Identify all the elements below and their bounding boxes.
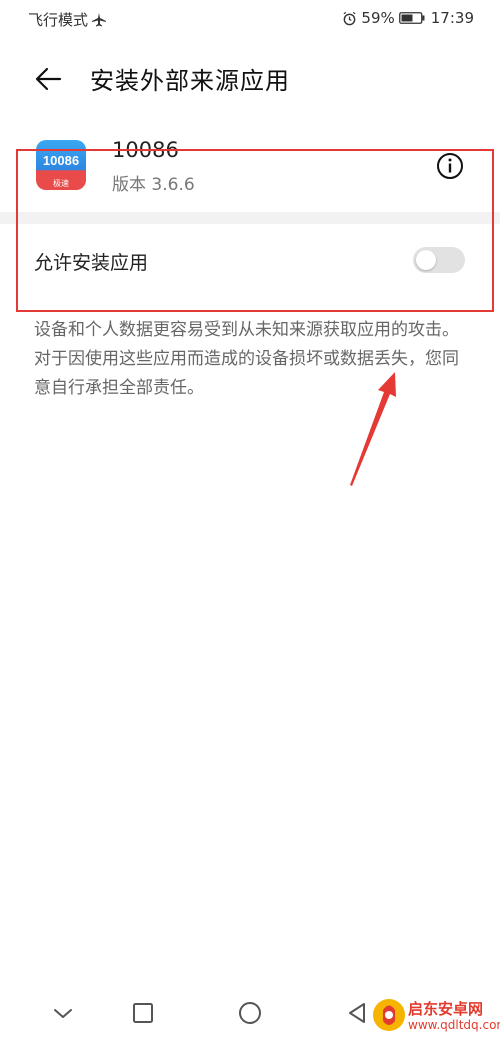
battery-icon bbox=[398, 12, 425, 24]
square-icon[interactable] bbox=[128, 998, 158, 1028]
annotation-highlight-box bbox=[16, 149, 494, 312]
alarm-icon bbox=[343, 11, 356, 25]
airplane-icon bbox=[92, 12, 107, 26]
triangle-back-icon[interactable] bbox=[342, 998, 372, 1028]
status-time: 17:39 bbox=[430, 9, 474, 27]
status-bar: 飞行模式 59% 17:39 bbox=[0, 0, 500, 36]
status-left: 飞行模式 bbox=[28, 9, 107, 30]
watermark-title: 启东安卓网 bbox=[408, 1000, 484, 1018]
chevron-down-icon[interactable] bbox=[48, 998, 78, 1028]
arrow-left-icon[interactable] bbox=[34, 64, 64, 94]
header: 安装外部来源应用 bbox=[0, 52, 500, 108]
battery-percent: 59% bbox=[361, 9, 395, 27]
watermark-url: www.qdltdq.com bbox=[408, 1018, 500, 1032]
screen: 飞行模式 59% 17:39 安装外部来源应用 10086 极速 10086 版… bbox=[0, 0, 500, 1039]
status-right: 59% 17:39 bbox=[342, 9, 474, 27]
watermark-logo-icon bbox=[373, 999, 405, 1031]
circle-icon[interactable] bbox=[235, 998, 265, 1028]
page-title: 安装外部来源应用 bbox=[90, 67, 290, 95]
airplane-mode-label: 飞行模式 bbox=[28, 11, 89, 29]
annotation-arrow-icon bbox=[350, 372, 396, 486]
watermark: 启东安卓网 www.qdltdq.com bbox=[372, 996, 500, 1036]
